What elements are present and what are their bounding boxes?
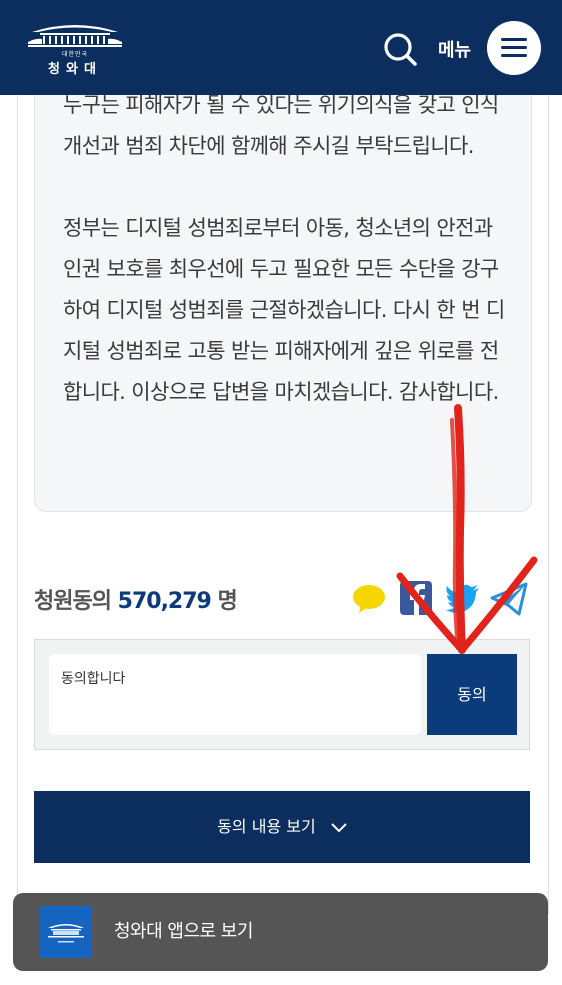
open-in-app-banner[interactable]: 청와대 앱으로 보기 — [13, 893, 548, 971]
answer-text: 누구는 피해자가 될 수 있다는 위기의식을 갖고 인식개선과 범죄 차단에 함… — [63, 85, 508, 413]
petition-count: 청원동의 570,279 명 — [34, 583, 238, 615]
view-agreements-label: 동의 내용 보기 — [217, 817, 316, 836]
share-facebook-button[interactable] — [397, 578, 437, 618]
blue-house-building-icon — [28, 25, 122, 47]
top-header: 대한민국 청와대 메뉴 — [0, 0, 562, 95]
count-value: 570,279 — [117, 589, 212, 614]
facebook-icon — [400, 581, 432, 615]
telegram-icon — [490, 582, 528, 616]
share-kakaotalk-button[interactable] — [349, 578, 389, 618]
hamburger-icon — [501, 38, 527, 41]
view-agreements-button[interactable]: 동의 내용 보기 — [34, 791, 530, 863]
logo-subtitle: 대한민국 — [61, 51, 89, 58]
app-logo-icon — [40, 906, 92, 958]
menu-button[interactable] — [487, 21, 541, 75]
count-unit: 명 — [217, 589, 238, 614]
agree-form: 동의합니다 동의 — [34, 639, 530, 750]
logo-title: 청와대 — [48, 62, 102, 77]
kakaotalk-icon — [353, 585, 385, 613]
search-button[interactable] — [380, 29, 420, 69]
open-in-app-label: 청와대 앱으로 보기 — [114, 921, 253, 942]
search-icon — [384, 33, 417, 66]
chevron-down-icon — [331, 792, 347, 864]
share-twitter-button[interactable] — [443, 578, 483, 618]
share-telegram-button[interactable] — [489, 578, 529, 618]
answer-content-box: 누구는 피해자가 될 수 있다는 위기의식을 갖고 인식개선과 범죄 차단에 함… — [34, 60, 532, 512]
cheongwadae-logo[interactable]: 대한민국 청와대 — [26, 20, 124, 77]
answer-paragraph: 누구는 피해자가 될 수 있다는 위기의식을 갖고 인식개선과 범죄 차단에 함… — [63, 93, 499, 158]
agree-submit-button[interactable]: 동의 — [427, 654, 517, 735]
agree-text-input[interactable]: 동의합니다 — [49, 654, 421, 735]
menu-label[interactable]: 메뉴 — [438, 36, 471, 62]
count-label: 청원동의 — [34, 589, 112, 614]
answer-paragraph: 정부는 디지털 성범죄로부터 아동, 청소년의 안전과 인권 보호를 최우선에 … — [63, 216, 505, 404]
twitter-icon — [446, 584, 479, 613]
